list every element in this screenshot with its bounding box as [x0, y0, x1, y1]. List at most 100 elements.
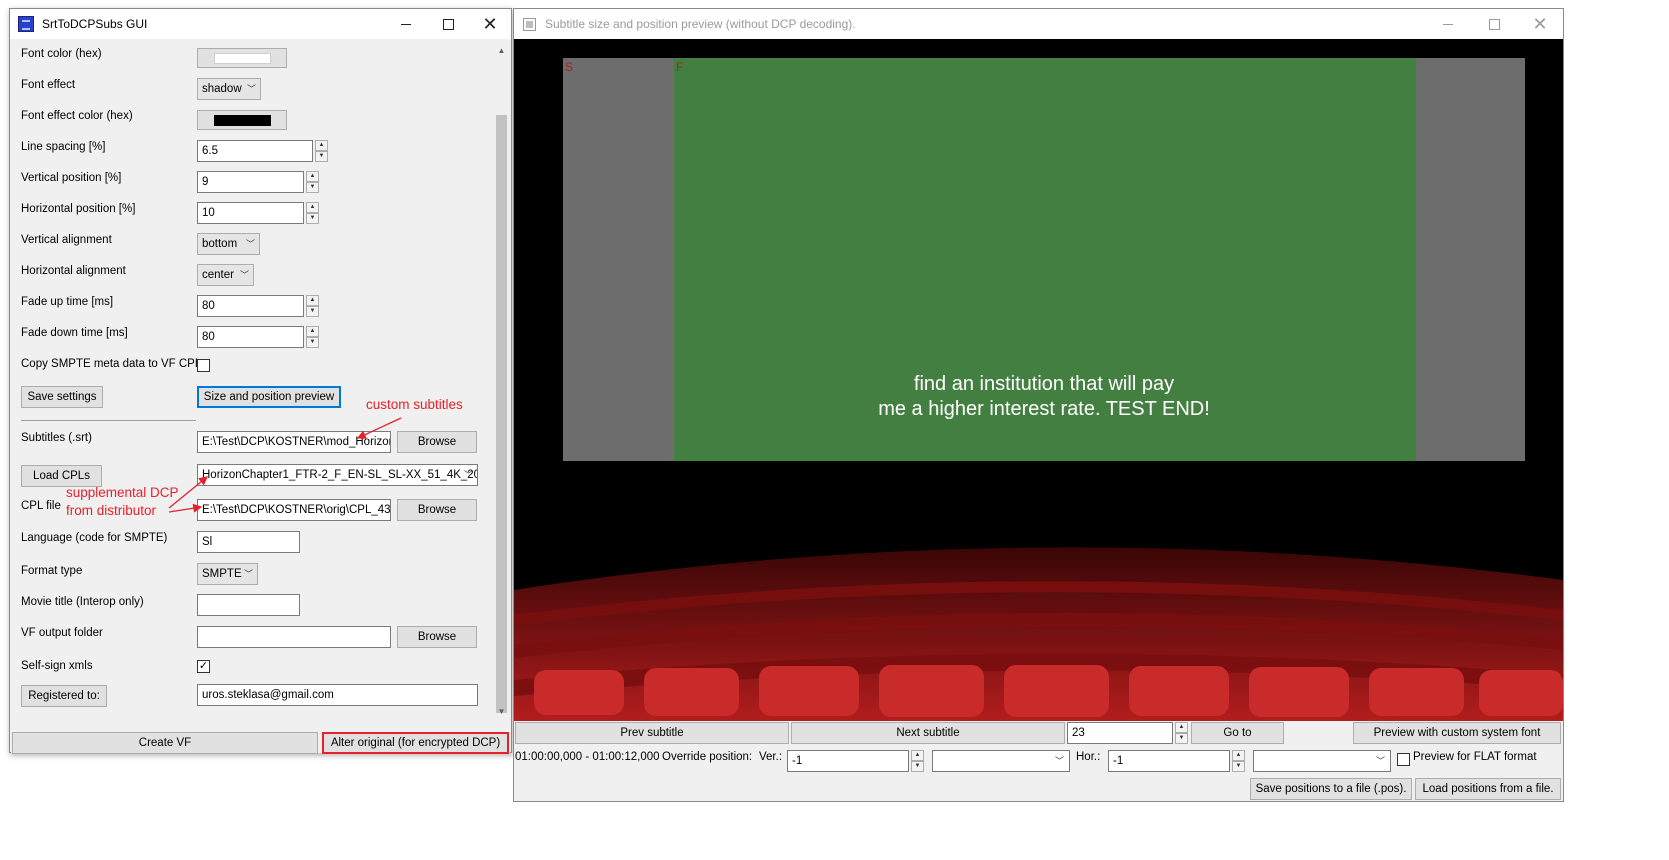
chevron-down-icon: ﹀ — [243, 569, 253, 579]
hor-input[interactable]: -1 — [1108, 750, 1230, 772]
fade-down-stepper[interactable]: ▲ ▼ — [306, 326, 319, 348]
cinema-seats-image — [514, 520, 1563, 721]
font-effect-color-label: Font effect color (hex) — [21, 110, 133, 122]
scroll-down-icon[interactable]: ▼ — [493, 703, 510, 720]
size-position-preview-button[interactable]: Size and position preview — [197, 386, 341, 408]
settings-panel: Font color (hex) Font effect shadow ﹀ Fo… — [11, 40, 510, 722]
registered-email-input[interactable]: uros.steklasa@gmail.com — [197, 684, 478, 706]
close-button[interactable]: ✕ — [1517, 9, 1563, 39]
close-button[interactable]: ✕ — [469, 9, 511, 39]
font-effect-label: Font effect — [21, 79, 76, 91]
supplemental-dcp-annotation: supplemental DCP — [66, 485, 179, 500]
alter-original-button[interactable]: Alter original (for encrypted DCP) — [322, 732, 509, 754]
copy-smpte-checkbox[interactable] — [197, 359, 210, 372]
language-input[interactable]: Sl — [197, 531, 300, 553]
ver-preset-select[interactable]: ﹀ — [932, 750, 1070, 772]
vertical-position-input[interactable]: 9 — [197, 171, 304, 193]
minimize-button[interactable] — [1425, 9, 1471, 39]
line-spacing-stepper[interactable]: ▲ ▼ — [315, 140, 328, 162]
horizontal-alignment-label: Horizontal alignment — [21, 265, 126, 277]
vertical-alignment-select[interactable]: bottom ﹀ — [197, 233, 260, 255]
horizontal-alignment-select[interactable]: center ﹀ — [197, 264, 254, 286]
preview-window: Subtitle size and position preview (with… — [513, 8, 1564, 802]
vf-output-input[interactable] — [197, 626, 391, 648]
scope-mark: S — [565, 60, 574, 74]
left-window-title: SrtToDCPSubs GUI — [42, 17, 148, 31]
horizontal-position-stepper[interactable]: ▲ ▼ — [306, 202, 319, 224]
font-effect-color-button[interactable] — [197, 110, 287, 130]
go-to-button[interactable]: Go to — [1191, 722, 1284, 744]
preview-window-icon — [523, 17, 536, 31]
hor-stepper[interactable]: ▲ ▼ — [1232, 750, 1245, 772]
language-label: Language (code for SMPTE) — [21, 532, 168, 544]
chevron-down-icon: ﹀ — [239, 270, 249, 280]
chevron-down-icon: ﹀ — [1375, 756, 1385, 766]
prev-subtitle-button[interactable]: Prev subtitle — [515, 722, 789, 744]
save-settings-button[interactable]: Save settings — [21, 386, 103, 408]
fade-up-stepper[interactable]: ▲ ▼ — [306, 295, 319, 317]
fade-up-input[interactable]: 80 — [197, 295, 304, 317]
from-distributor-annotation: from distributor — [66, 503, 157, 518]
chevron-down-icon: ﹀ — [245, 239, 255, 249]
movie-title-input[interactable] — [197, 594, 300, 616]
load-positions-button[interactable]: Load positions from a file. — [1415, 778, 1561, 800]
scroll-thumb[interactable] — [496, 115, 507, 713]
vertical-alignment-value: bottom — [202, 238, 238, 250]
preview-canvas: S F find an institution that will pay me… — [514, 40, 1563, 721]
minimize-button[interactable] — [385, 9, 427, 39]
font-effect-value: shadow — [202, 83, 242, 95]
registered-to-button[interactable]: Registered to: — [21, 685, 107, 707]
cpl-select[interactable]: HorizonChapter1_FTR-2_F_EN-SL_SL-XX_51_4… — [197, 464, 478, 486]
subtitles-browse-button[interactable]: Browse — [397, 431, 477, 453]
vertical-position-label: Vertical position [%] — [21, 172, 122, 184]
create-vf-button[interactable]: Create VF — [12, 732, 318, 754]
vertical-position-stepper[interactable]: ▲ ▼ — [306, 171, 319, 193]
format-type-select[interactable]: SMPTE ﹀ — [197, 563, 258, 585]
subtitle-number-input[interactable]: 23 — [1067, 722, 1173, 744]
fade-down-input[interactable]: 80 — [197, 326, 304, 348]
chevron-down-icon: ﹀ — [246, 84, 256, 94]
ver-stepper[interactable]: ▲ ▼ — [911, 750, 924, 772]
preview-flat-label: Preview for FLAT format — [1413, 751, 1537, 763]
font-color-button[interactable] — [197, 48, 287, 68]
override-position-label: Override position: — [662, 751, 753, 763]
maximize-button[interactable] — [427, 9, 469, 39]
fade-up-label: Fade up time [ms] — [21, 296, 114, 308]
chevron-down-icon: ﹀ — [1054, 756, 1064, 766]
scroll-up-icon[interactable]: ▲ — [493, 42, 510, 59]
left-titlebar[interactable]: SrtToDCPSubs GUI ✕ — [10, 9, 511, 39]
vertical-scrollbar[interactable]: ▲ ▼ — [493, 40, 510, 722]
line-spacing-input[interactable]: 6.5 — [197, 140, 313, 162]
subtitle-line-1: find an institution that will pay — [913, 373, 1175, 395]
save-positions-button[interactable]: Save positions to a file (.pos). — [1250, 778, 1412, 800]
font-color-swatch — [214, 53, 271, 64]
self-sign-checkbox[interactable]: ✓ — [197, 660, 210, 673]
cpl-file-browse-button[interactable]: Browse — [397, 499, 477, 521]
ver-input[interactable]: -1 — [787, 750, 909, 772]
next-subtitle-button[interactable]: Next subtitle — [791, 722, 1065, 744]
cpl-select-value: HorizonChapter1_FTR-2_F_EN-SL_SL-XX_51_4… — [202, 469, 478, 481]
preview-flat-checkbox[interactable] — [1397, 753, 1410, 766]
preview-controls: Prev subtitle Next subtitle 23 ▲ ▼ Go to … — [514, 721, 1563, 801]
line-spacing-label: Line spacing [%] — [21, 141, 106, 153]
hor-preset-select[interactable]: ﹀ — [1253, 750, 1391, 772]
subtitle-line-2: me a higher interest rate. TEST END! — [878, 398, 1210, 420]
preview-custom-font-button[interactable]: Preview with custom system font — [1353, 722, 1561, 744]
subtitles-label: Subtitles (.srt) — [21, 432, 92, 444]
separator — [21, 420, 196, 421]
maximize-button[interactable] — [1471, 9, 1517, 39]
vertical-alignment-label: Vertical alignment — [21, 234, 112, 246]
movie-title-label: Movie title (Interop only) — [21, 596, 144, 608]
app-icon — [18, 16, 34, 32]
subtitle-number-stepper[interactable]: ▲ ▼ — [1175, 722, 1188, 744]
custom-subtitles-annotation: custom subtitles — [366, 397, 463, 412]
preview-titlebar[interactable]: Subtitle size and position preview (with… — [514, 9, 1563, 39]
hor-label: Hor.: — [1076, 751, 1101, 763]
vf-output-browse-button[interactable]: Browse — [397, 626, 477, 648]
font-effect-select[interactable]: shadow ﹀ — [197, 78, 261, 100]
horizontal-position-input[interactable]: 10 — [197, 202, 304, 224]
self-sign-label: Self-sign xmls — [21, 660, 93, 672]
subtitles-path-input[interactable]: E:\Test\DCP\KOSTNER\mod_HorizonC — [197, 431, 391, 453]
vf-output-label: VF output folder — [21, 627, 103, 639]
cpl-file-path-input[interactable]: E:\Test\DCP\KOSTNER\orig\CPL_4388 — [197, 499, 391, 521]
